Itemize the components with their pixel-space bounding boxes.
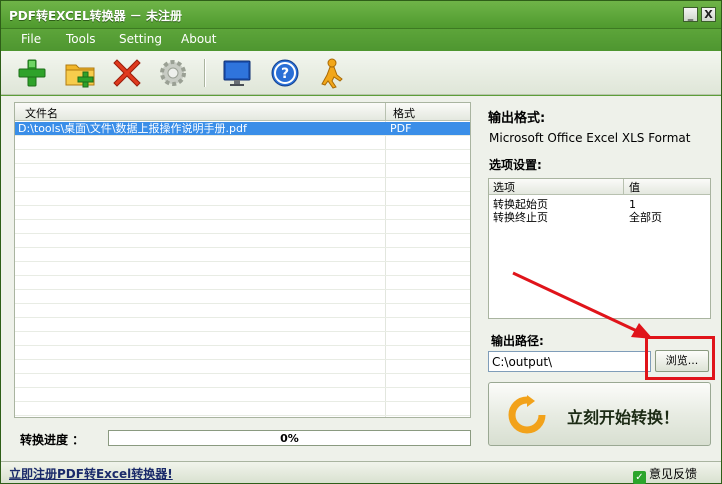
table-row-empty — [15, 332, 470, 346]
help-icon[interactable]: ? — [269, 57, 301, 89]
menu-tools[interactable]: Tools — [66, 32, 96, 46]
output-path-label: 输出路径: — [491, 334, 544, 348]
option-start-page-value[interactable]: 1 — [629, 198, 636, 211]
window-title: PDF转EXCEL转换器 － 未注册 — [9, 9, 182, 23]
table-row-empty — [15, 388, 470, 402]
start-convert-label: 立刻开始转换！ — [567, 408, 680, 427]
table-row-empty — [15, 178, 470, 192]
file-list[interactable]: 文件名 格式 D:\tools\桌面\文件\数据上报操作说明手册.pdf PDF — [14, 102, 471, 418]
toolbar-separator — [204, 59, 206, 87]
options-table[interactable]: 选项 值 转换起始页 1 转换终止页 全部页 — [488, 178, 711, 319]
table-row-empty — [15, 248, 470, 262]
table-row-empty — [15, 290, 470, 304]
table-row-empty — [15, 374, 470, 388]
main-content: 文件名 格式 D:\tools\桌面\文件\数据上报操作说明手册.pdf PDF — [1, 96, 721, 461]
option-end-page-value[interactable]: 全部页 — [629, 211, 662, 224]
progress-bar: 0% — [108, 430, 471, 446]
output-path-input[interactable] — [488, 351, 651, 372]
status-bar: 立即注册PDF转Excel转换器! ✓ 意见反馈 — [1, 461, 721, 484]
table-row-empty — [15, 402, 470, 416]
option-start-page-label: 转换起始页 — [493, 198, 548, 211]
options-column-value: 值 — [629, 181, 640, 194]
settings-gear-icon[interactable] — [157, 57, 189, 89]
table-row-empty — [15, 262, 470, 276]
output-format-value: Microsoft Office Excel XLS Format — [489, 131, 691, 145]
progress-value: 0% — [280, 432, 299, 445]
checkmark-icon: ✓ — [633, 471, 646, 484]
refresh-icon — [507, 395, 547, 438]
options-label: 选项设置: — [489, 158, 542, 172]
menu-file[interactable]: File — [21, 32, 41, 46]
menu-bar: File Tools Setting About — [1, 29, 721, 51]
minimize-button[interactable]: _ — [683, 7, 698, 22]
feedback-label: 意见反馈 — [649, 467, 698, 481]
toolbar: ? — [1, 51, 721, 95]
progress-label: 转换进度 ： — [20, 433, 85, 447]
monitor-icon[interactable] — [221, 57, 253, 89]
register-link[interactable]: 立即注册PDF转Excel转换器! — [9, 465, 173, 482]
table-row-empty — [15, 346, 470, 360]
table-row-empty — [15, 234, 470, 248]
app-window: PDF转EXCEL转换器 － 未注册 _ X File Tools Settin… — [0, 0, 722, 484]
options-table-header: 选项 值 — [489, 179, 710, 195]
menu-setting[interactable]: Setting — [119, 32, 162, 46]
options-column-option: 选项 — [493, 181, 515, 194]
table-row[interactable]: D:\tools\桌面\文件\数据上报操作说明手册.pdf PDF — [15, 122, 470, 136]
table-row-empty — [15, 318, 470, 332]
column-divider — [385, 103, 386, 121]
add-folder-icon[interactable] — [64, 57, 96, 89]
table-row-empty — [15, 360, 470, 374]
option-end-page-label: 转换终止页 — [493, 211, 548, 224]
file-name-cell: D:\tools\桌面\文件\数据上报操作说明手册.pdf — [18, 122, 247, 135]
column-divider — [623, 179, 624, 195]
delete-icon[interactable] — [111, 57, 143, 89]
file-format-cell: PDF — [390, 122, 412, 135]
start-convert-button[interactable]: 立刻开始转换！ — [488, 382, 711, 446]
column-filename[interactable]: 文件名 — [25, 105, 58, 121]
file-list-header: 文件名 格式 — [15, 103, 470, 121]
table-row-empty — [15, 164, 470, 178]
add-file-icon[interactable] — [16, 57, 48, 89]
table-row-empty — [15, 304, 470, 318]
close-button[interactable]: X — [701, 7, 716, 22]
svg-text:?: ? — [281, 66, 289, 82]
table-row-empty — [15, 150, 470, 164]
table-row-empty — [15, 220, 470, 234]
table-row-empty — [15, 192, 470, 206]
annotation-highlight-box — [645, 336, 715, 380]
title-bar: PDF转EXCEL转换器 － 未注册 _ X — [1, 1, 721, 29]
table-row-empty — [15, 136, 470, 150]
table-row-empty — [15, 206, 470, 220]
user-icon[interactable] — [315, 57, 347, 89]
table-row-empty — [15, 276, 470, 290]
menu-about[interactable]: About — [181, 32, 216, 46]
column-format[interactable]: 格式 — [393, 105, 415, 121]
feedback-button[interactable]: ✓ 意见反馈 — [633, 465, 697, 484]
output-format-label: 输出格式: — [488, 111, 546, 126]
